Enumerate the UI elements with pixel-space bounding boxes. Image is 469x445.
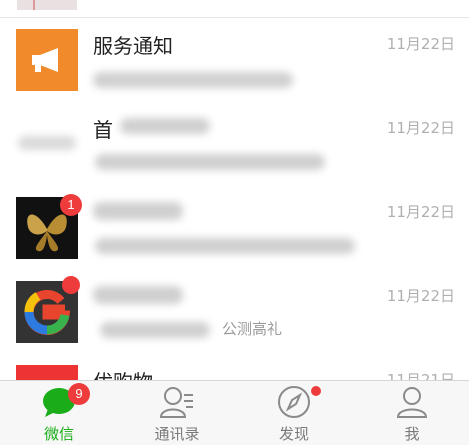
chat-preview: 公测高礼 <box>222 320 283 338</box>
bottom-tab-bar: 9 微信 通讯录 发现 我 <box>0 380 469 445</box>
avatar <box>16 29 78 91</box>
chat-time: 11月22日 <box>386 287 455 305</box>
blurred-name <box>93 286 183 304</box>
blurred-preview <box>100 322 210 338</box>
tab-label: 微信 <box>43 425 74 443</box>
tab-label: 发现 <box>278 425 309 443</box>
compass-icon <box>278 386 310 418</box>
contacts-icon <box>159 387 193 418</box>
chat-row[interactable]: 首 11月22日 <box>0 102 469 187</box>
blurred-preview <box>95 238 355 254</box>
avatar <box>16 365 78 380</box>
chat-row-youguowu[interactable]: 优购物 11月21日 <box>0 354 469 380</box>
tab-me[interactable]: 我 <box>372 381 452 445</box>
person-icon <box>396 387 428 418</box>
chat-row[interactable]: 1 11月22日 <box>0 186 469 271</box>
unread-badge: 9 <box>68 383 90 405</box>
avatar <box>18 136 76 150</box>
chat-row-partial[interactable] <box>0 0 469 18</box>
avatar <box>17 0 77 10</box>
chat-time: 11月22日 <box>386 119 455 137</box>
tab-discover[interactable]: 发现 <box>254 381 334 445</box>
tab-label: 我 <box>404 425 420 443</box>
tab-wechat[interactable]: 9 微信 <box>19 381 99 445</box>
tab-contacts[interactable]: 通讯录 <box>137 381 217 445</box>
chat-row-service-notice[interactable]: 服务通知 11月22日 <box>0 18 469 103</box>
tab-label: 通讯录 <box>154 425 200 443</box>
chat-row[interactable]: 11月22日 公测高礼 <box>0 270 469 355</box>
blurred-name <box>93 202 183 220</box>
blurred-preview <box>93 72 293 88</box>
chat-time: 11月21日 <box>386 371 455 380</box>
blurred-preview <box>95 154 325 170</box>
chat-name: 服务通知 <box>93 34 173 58</box>
new-dot <box>311 386 321 396</box>
chat-time: 11月22日 <box>386 35 455 53</box>
chat-time: 11月22日 <box>386 203 455 221</box>
unread-dot <box>62 276 80 294</box>
chat-name: 首 <box>93 118 113 142</box>
megaphone-icon <box>32 48 58 72</box>
unread-badge: 1 <box>60 194 82 216</box>
chat-list: 服务通知 11月22日 首 11月22日 1 11月22日 11月22日 公测高… <box>0 0 469 380</box>
chat-name: 优购物 <box>93 366 153 380</box>
blurred-name <box>120 118 210 134</box>
